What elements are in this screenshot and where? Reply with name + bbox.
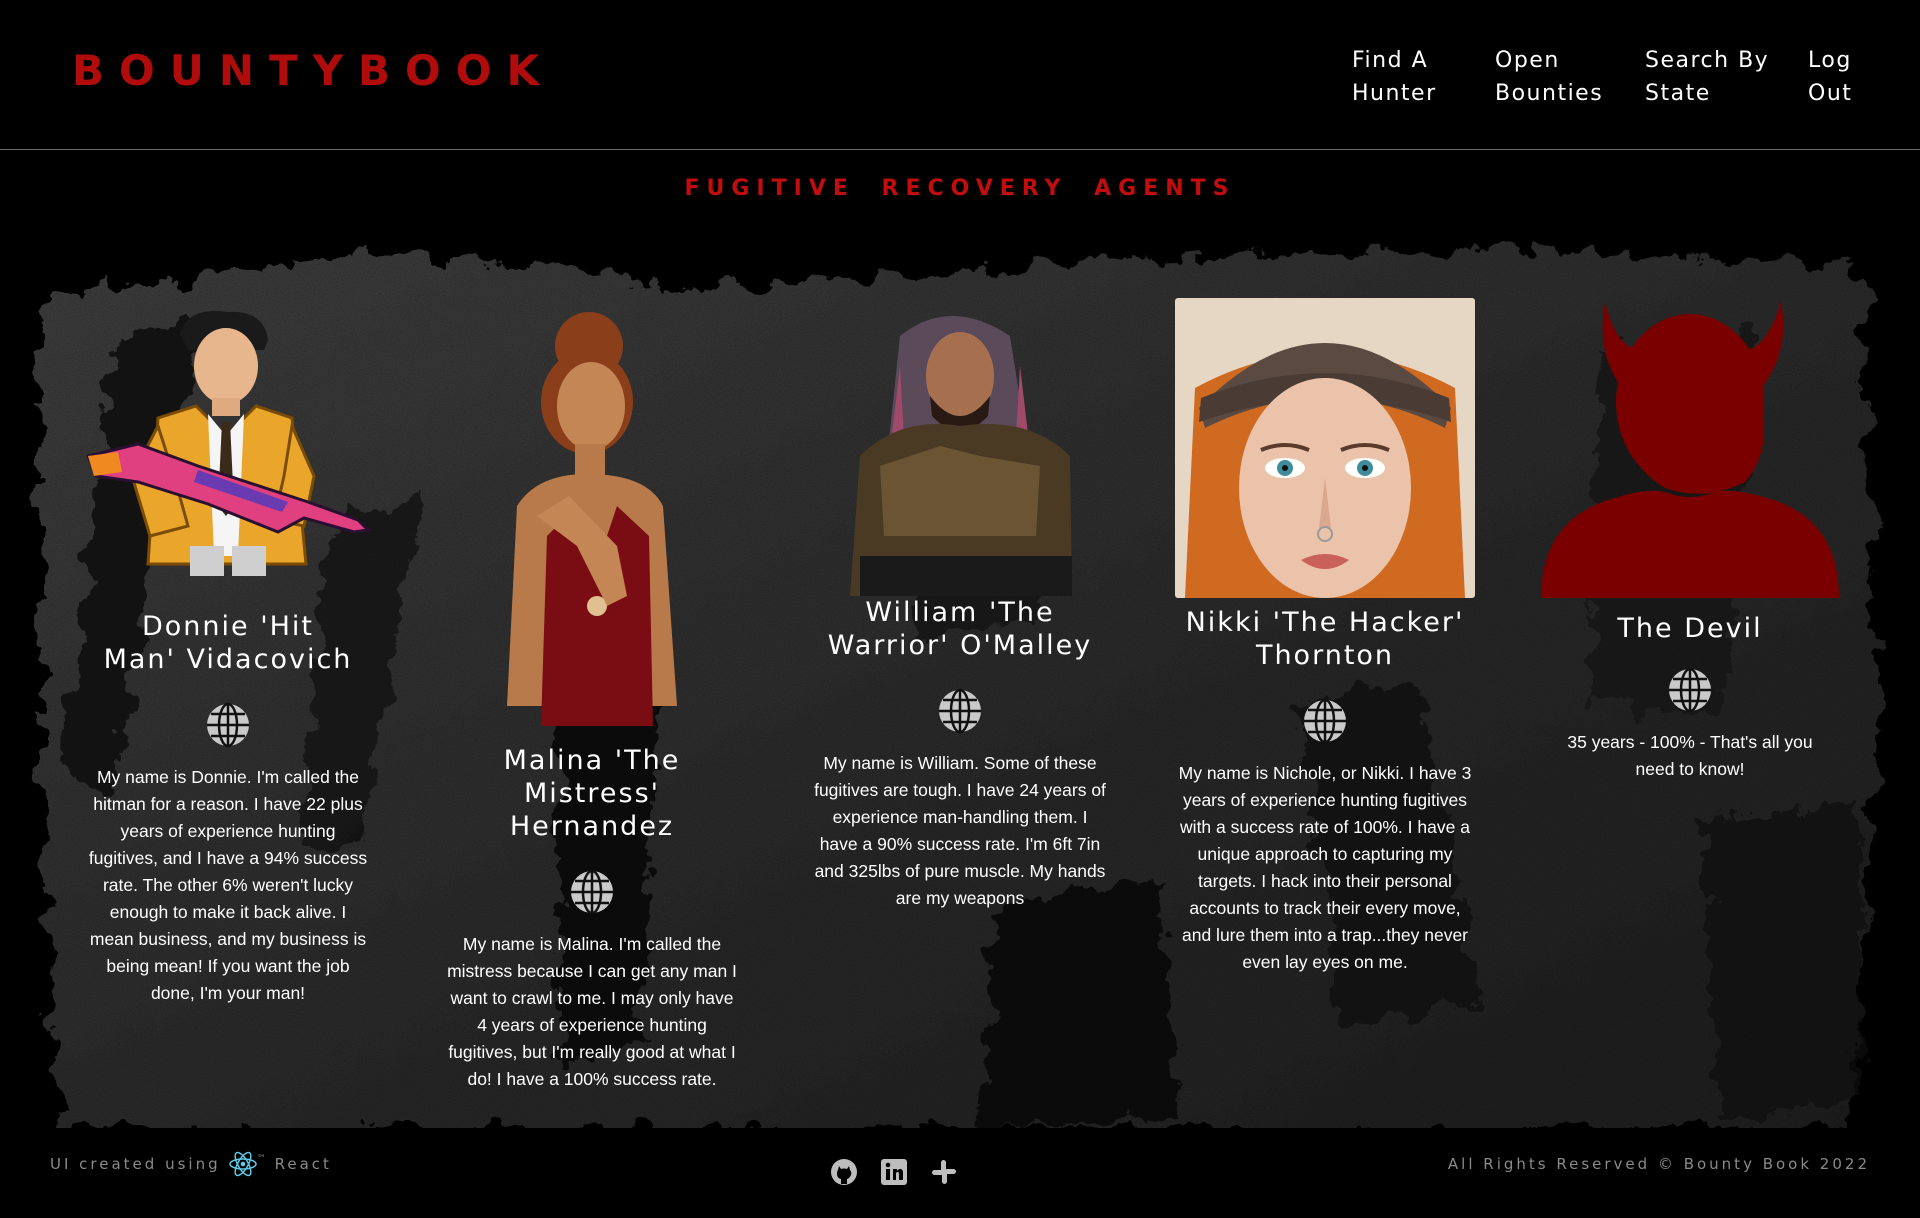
agent-name: Malina 'The Mistress' Hernandez xyxy=(503,745,681,842)
agent-name: Donnie 'Hit Man' Vidacovich xyxy=(103,611,353,675)
agent-card-william: William 'The Warrior' O'Malley My name i… xyxy=(805,306,1115,912)
devil-avatar-icon[interactable] xyxy=(1535,298,1845,600)
trademark-symbol: ™ xyxy=(256,1154,269,1164)
footer-tech-name: React xyxy=(274,1155,332,1173)
globe-icon[interactable] xyxy=(937,688,983,734)
agent-bio: My name is Nichole, or Nikki. I have 3 y… xyxy=(1178,763,1472,972)
globe-icon[interactable] xyxy=(1302,698,1348,744)
globe-icon[interactable] xyxy=(1667,667,1713,713)
nav-search-by-state[interactable]: Search By State xyxy=(1645,44,1808,110)
agent-portrait-nikki[interactable] xyxy=(1175,298,1475,598)
site-logo[interactable]: BOUNTYBOOK xyxy=(72,46,554,95)
agent-name: The Devil xyxy=(1617,613,1763,644)
globe-icon[interactable] xyxy=(205,702,251,748)
agent-card-nikki: Nikki 'The Hacker' Thornton My name is N… xyxy=(1170,298,1480,976)
agent-bio: My name is Donnie. I'm called the hitman… xyxy=(88,767,368,1003)
agent-card-donnie: Donnie 'Hit Man' Vidacovich My name is D… xyxy=(73,306,383,1007)
github-icon[interactable] xyxy=(830,1158,858,1186)
nav-find-a-hunter[interactable]: Find A Hunter xyxy=(1352,44,1495,110)
nav-log-out[interactable]: Log Out xyxy=(1808,44,1858,110)
main-nav: Find A Hunter Open Bounties Search By St… xyxy=(1352,44,1858,110)
react-icon xyxy=(228,1151,257,1177)
page-title: FUGITIVE RECOVERY AGENTS xyxy=(684,176,1236,201)
linkedin-icon[interactable] xyxy=(880,1158,908,1186)
agent-bio: My name is William. Some of these fugiti… xyxy=(814,753,1106,908)
agent-bio: My name is Malina. I'm called the mistre… xyxy=(447,934,737,1089)
footer-credit-text: UI created using xyxy=(50,1155,221,1173)
agent-portrait-william[interactable] xyxy=(840,306,1080,596)
globe-icon[interactable] xyxy=(569,869,615,915)
agent-bio: 35 years - 100% - That's all you need to… xyxy=(1567,732,1813,779)
agent-card-devil: The Devil 35 years - 100% - That's all y… xyxy=(1535,298,1845,783)
site-header: BOUNTYBOOK Find A Hunter Open Bounties S… xyxy=(0,0,1920,150)
agent-portrait-donnie[interactable] xyxy=(78,306,378,582)
footer-credit: UI created using ™ React xyxy=(50,1150,332,1178)
agent-name: Nikki 'The Hacker' Thornton xyxy=(1185,607,1465,671)
agent-portrait-malina[interactable] xyxy=(477,306,707,732)
agent-name: William 'The Warrior' O'Malley xyxy=(827,597,1093,661)
agent-card-malina: Malina 'The Mistress' Hernandez My name … xyxy=(437,306,747,1093)
social-links xyxy=(830,1158,958,1186)
footer-copyright: All Rights Reserved © Bounty Book 2022 xyxy=(1447,1155,1870,1173)
slack-icon[interactable] xyxy=(930,1158,958,1186)
nav-open-bounties[interactable]: Open Bounties xyxy=(1495,44,1645,110)
